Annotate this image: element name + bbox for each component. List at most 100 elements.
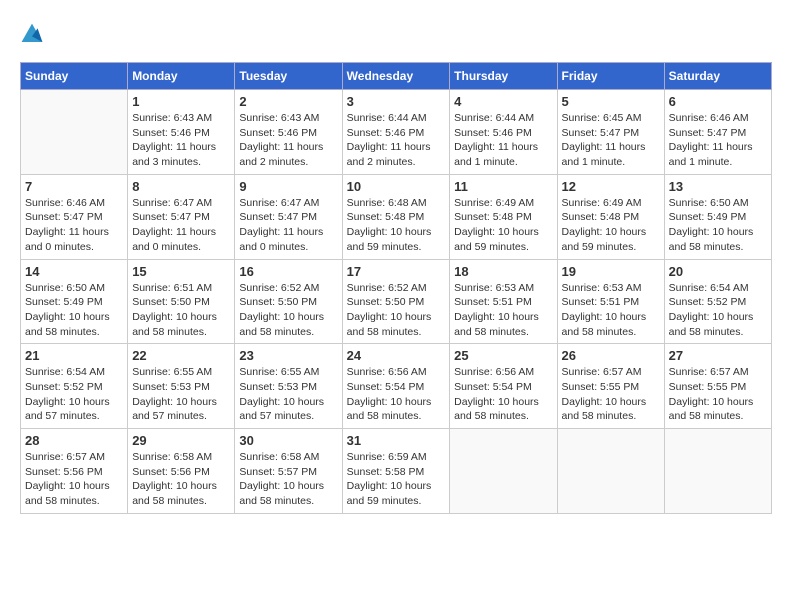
day-info: Sunrise: 6:48 AM Sunset: 5:48 PM Dayligh… bbox=[347, 196, 446, 255]
day-number: 12 bbox=[562, 179, 660, 194]
day-info: Sunrise: 6:58 AM Sunset: 5:56 PM Dayligh… bbox=[132, 450, 230, 509]
calendar-header-monday: Monday bbox=[128, 63, 235, 90]
day-info: Sunrise: 6:53 AM Sunset: 5:51 PM Dayligh… bbox=[562, 281, 660, 340]
calendar-cell: 20Sunrise: 6:54 AM Sunset: 5:52 PM Dayli… bbox=[664, 259, 771, 344]
calendar-cell: 7Sunrise: 6:46 AM Sunset: 5:47 PM Daylig… bbox=[21, 174, 128, 259]
day-info: Sunrise: 6:43 AM Sunset: 5:46 PM Dayligh… bbox=[132, 111, 230, 170]
day-number: 15 bbox=[132, 264, 230, 279]
day-number: 26 bbox=[562, 348, 660, 363]
day-info: Sunrise: 6:49 AM Sunset: 5:48 PM Dayligh… bbox=[562, 196, 660, 255]
day-number: 31 bbox=[347, 433, 446, 448]
calendar-cell: 5 Sunrise: 6:45 AM Sunset: 5:47 PM Daylig… bbox=[557, 90, 664, 175]
day-number: 9 bbox=[239, 179, 337, 194]
page-header bbox=[20, 20, 772, 46]
calendar-cell: 16 Sunrise: 6:52 AM Sunset: 5:50 PM Dayli… bbox=[235, 259, 342, 344]
calendar-header-sunday: Sunday bbox=[21, 63, 128, 90]
day-number: 27 bbox=[669, 348, 767, 363]
day-info: Sunrise: 6:55 AM Sunset: 5:53 PM Dayligh… bbox=[239, 365, 337, 424]
calendar-cell: 6 Sunrise: 6:46 AM Sunset: 5:47 PM Daylig… bbox=[664, 90, 771, 175]
calendar-header-saturday: Saturday bbox=[664, 63, 771, 90]
day-number: 8 bbox=[132, 179, 230, 194]
day-info: Sunrise: 6:51 AM Sunset: 5:50 PM Dayligh… bbox=[132, 281, 230, 340]
day-info: Sunrise: 6:47 AM Sunset: 5:47 PM Dayligh… bbox=[239, 196, 337, 255]
day-number: 30 bbox=[239, 433, 337, 448]
calendar-cell: 12 Sunrise: 6:49 AM Sunset: 5:48 PM Dayli… bbox=[557, 174, 664, 259]
day-info: Sunrise: 6:43 AM Sunset: 5:46 PM Dayligh… bbox=[239, 111, 337, 170]
logo-icon bbox=[20, 22, 44, 46]
calendar-cell: 18Sunrise: 6:53 AM Sunset: 5:51 PM Dayli… bbox=[450, 259, 557, 344]
calendar-cell: 26 Sunrise: 6:57 AM Sunset: 5:55 PM Dayli… bbox=[557, 344, 664, 429]
day-info: Sunrise: 6:46 AM Sunset: 5:47 PM Dayligh… bbox=[669, 111, 767, 170]
calendar-cell: 14 Sunrise: 6:50 AM Sunset: 5:49 PM Dayli… bbox=[21, 259, 128, 344]
calendar-cell: 27 Sunrise: 6:57 AM Sunset: 5:55 PM Dayli… bbox=[664, 344, 771, 429]
day-info: Sunrise: 6:54 AM Sunset: 5:52 PM Dayligh… bbox=[25, 365, 123, 424]
calendar-week-1: 1 Sunrise: 6:43 AM Sunset: 5:46 PM Daylig… bbox=[21, 90, 772, 175]
day-info: Sunrise: 6:56 AM Sunset: 5:54 PM Dayligh… bbox=[347, 365, 446, 424]
day-number: 4 bbox=[454, 94, 552, 109]
day-number: 7 bbox=[25, 179, 123, 194]
day-number: 22 bbox=[132, 348, 230, 363]
day-info: Sunrise: 6:52 AM Sunset: 5:50 PM Dayligh… bbox=[239, 281, 337, 340]
day-number: 14 bbox=[25, 264, 123, 279]
day-info: Sunrise: 6:44 AM Sunset: 5:46 PM Dayligh… bbox=[347, 111, 446, 170]
calendar-cell: 22 Sunrise: 6:55 AM Sunset: 5:53 PM Dayli… bbox=[128, 344, 235, 429]
day-info: Sunrise: 6:50 AM Sunset: 5:49 PM Dayligh… bbox=[669, 196, 767, 255]
calendar-cell: 10Sunrise: 6:48 AM Sunset: 5:48 PM Dayli… bbox=[342, 174, 450, 259]
calendar-cell: 1 Sunrise: 6:43 AM Sunset: 5:46 PM Daylig… bbox=[128, 90, 235, 175]
day-number: 5 bbox=[562, 94, 660, 109]
calendar-cell: 13 Sunrise: 6:50 AM Sunset: 5:49 PM Dayli… bbox=[664, 174, 771, 259]
day-number: 25 bbox=[454, 348, 552, 363]
day-number: 11 bbox=[454, 179, 552, 194]
calendar-cell: 2 Sunrise: 6:43 AM Sunset: 5:46 PM Daylig… bbox=[235, 90, 342, 175]
day-number: 29 bbox=[132, 433, 230, 448]
calendar-week-3: 14 Sunrise: 6:50 AM Sunset: 5:49 PM Dayli… bbox=[21, 259, 772, 344]
day-info: Sunrise: 6:59 AM Sunset: 5:58 PM Dayligh… bbox=[347, 450, 446, 509]
day-info: Sunrise: 6:45 AM Sunset: 5:47 PM Dayligh… bbox=[562, 111, 660, 170]
day-number: 28 bbox=[25, 433, 123, 448]
day-number: 19 bbox=[562, 264, 660, 279]
day-info: Sunrise: 6:50 AM Sunset: 5:49 PM Dayligh… bbox=[25, 281, 123, 340]
day-info: Sunrise: 6:44 AM Sunset: 5:46 PM Dayligh… bbox=[454, 111, 552, 170]
day-number: 6 bbox=[669, 94, 767, 109]
calendar-cell: 21 Sunrise: 6:54 AM Sunset: 5:52 PM Dayli… bbox=[21, 344, 128, 429]
calendar-cell: 19 Sunrise: 6:53 AM Sunset: 5:51 PM Dayli… bbox=[557, 259, 664, 344]
day-number: 16 bbox=[239, 264, 337, 279]
calendar-week-4: 21 Sunrise: 6:54 AM Sunset: 5:52 PM Dayli… bbox=[21, 344, 772, 429]
calendar-cell: 11Sunrise: 6:49 AM Sunset: 5:48 PM Dayli… bbox=[450, 174, 557, 259]
day-info: Sunrise: 6:57 AM Sunset: 5:55 PM Dayligh… bbox=[669, 365, 767, 424]
calendar-cell: 28 Sunrise: 6:57 AM Sunset: 5:56 PM Dayli… bbox=[21, 429, 128, 514]
calendar-cell: 15 Sunrise: 6:51 AM Sunset: 5:50 PM Dayli… bbox=[128, 259, 235, 344]
day-info: Sunrise: 6:57 AM Sunset: 5:56 PM Dayligh… bbox=[25, 450, 123, 509]
calendar-cell: 17 Sunrise: 6:52 AM Sunset: 5:50 PM Dayli… bbox=[342, 259, 450, 344]
day-number: 2 bbox=[239, 94, 337, 109]
day-info: Sunrise: 6:52 AM Sunset: 5:50 PM Dayligh… bbox=[347, 281, 446, 340]
logo bbox=[20, 20, 48, 46]
calendar-header-wednesday: Wednesday bbox=[342, 63, 450, 90]
day-number: 13 bbox=[669, 179, 767, 194]
calendar-header-tuesday: Tuesday bbox=[235, 63, 342, 90]
calendar-cell bbox=[21, 90, 128, 175]
calendar-table: SundayMondayTuesdayWednesdayThursdayFrid… bbox=[20, 62, 772, 514]
day-info: Sunrise: 6:57 AM Sunset: 5:55 PM Dayligh… bbox=[562, 365, 660, 424]
calendar-cell: 3Sunrise: 6:44 AM Sunset: 5:46 PM Daylig… bbox=[342, 90, 450, 175]
calendar-week-5: 28 Sunrise: 6:57 AM Sunset: 5:56 PM Dayli… bbox=[21, 429, 772, 514]
calendar-cell: 9 Sunrise: 6:47 AM Sunset: 5:47 PM Daylig… bbox=[235, 174, 342, 259]
calendar-header-row: SundayMondayTuesdayWednesdayThursdayFrid… bbox=[21, 63, 772, 90]
day-info: Sunrise: 6:58 AM Sunset: 5:57 PM Dayligh… bbox=[239, 450, 337, 509]
day-number: 1 bbox=[132, 94, 230, 109]
day-info: Sunrise: 6:56 AM Sunset: 5:54 PM Dayligh… bbox=[454, 365, 552, 424]
day-info: Sunrise: 6:54 AM Sunset: 5:52 PM Dayligh… bbox=[669, 281, 767, 340]
calendar-header-thursday: Thursday bbox=[450, 63, 557, 90]
day-info: Sunrise: 6:55 AM Sunset: 5:53 PM Dayligh… bbox=[132, 365, 230, 424]
day-number: 18 bbox=[454, 264, 552, 279]
day-number: 17 bbox=[347, 264, 446, 279]
calendar-cell: 29 Sunrise: 6:58 AM Sunset: 5:56 PM Dayli… bbox=[128, 429, 235, 514]
day-info: Sunrise: 6:47 AM Sunset: 5:47 PM Dayligh… bbox=[132, 196, 230, 255]
calendar-cell: 24 Sunrise: 6:56 AM Sunset: 5:54 PM Dayli… bbox=[342, 344, 450, 429]
day-number: 23 bbox=[239, 348, 337, 363]
calendar-cell bbox=[450, 429, 557, 514]
day-number: 21 bbox=[25, 348, 123, 363]
day-number: 24 bbox=[347, 348, 446, 363]
calendar-header-friday: Friday bbox=[557, 63, 664, 90]
calendar-week-2: 7Sunrise: 6:46 AM Sunset: 5:47 PM Daylig… bbox=[21, 174, 772, 259]
